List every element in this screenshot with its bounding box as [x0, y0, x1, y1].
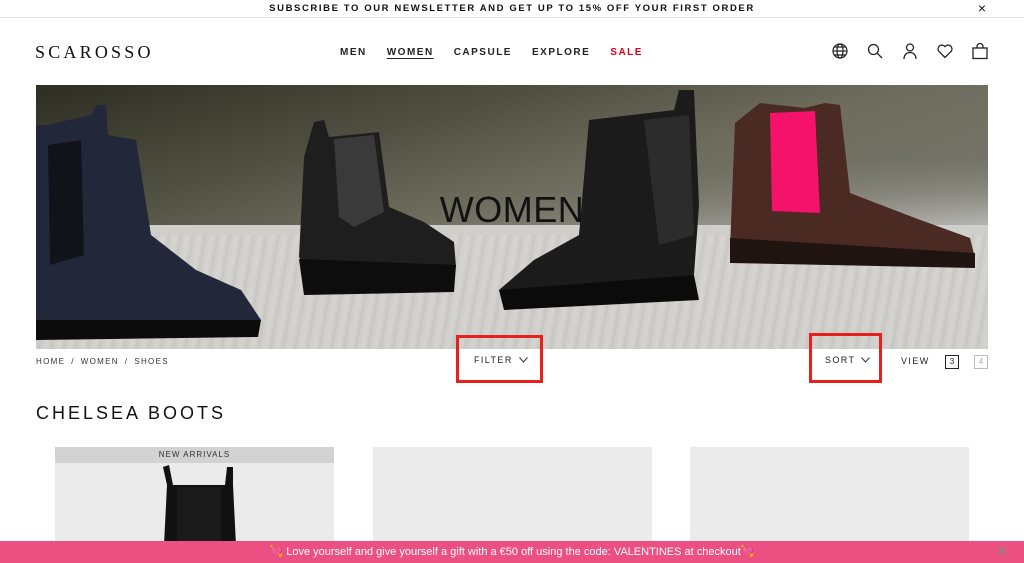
filter-highlight-box	[456, 335, 543, 383]
boot-image-brown-suede	[730, 103, 975, 268]
close-icon[interactable]: ✕	[996, 544, 1008, 558]
promo-text: 💘 Love yourself and give yourself a gift…	[269, 546, 755, 558]
breadcrumb-home[interactable]: HOME	[36, 357, 65, 366]
sort-highlight-box	[809, 333, 882, 383]
nav-item-capsule[interactable]: CAPSULE	[454, 47, 512, 58]
category-title: CHELSEA BOOTS	[36, 403, 227, 423]
hero-banner: WOMEN	[36, 85, 988, 349]
heart-icon[interactable]	[936, 42, 954, 60]
main-nav: MEN WOMEN CAPSULE EXPLORE SALE	[340, 47, 663, 58]
breadcrumb: HOME / WOMEN / SHOES	[36, 357, 169, 366]
promo-bar: 💘 Love yourself and give yourself a gift…	[0, 541, 1024, 563]
view-option-3[interactable]: 3	[945, 355, 959, 369]
close-icon[interactable]: ×	[978, 1, 986, 15]
bag-icon[interactable]	[971, 42, 989, 60]
view-option-4[interactable]: 4	[974, 355, 988, 369]
new-arrivals-badge: NEW ARRIVALS	[55, 447, 334, 463]
announcement-bar: SUBSCRIBE TO OUR NEWSLETTER AND GET UP T…	[0, 0, 1024, 18]
breadcrumb-separator: /	[71, 357, 75, 366]
globe-icon[interactable]	[831, 42, 849, 60]
nav-item-sale[interactable]: SALE	[610, 47, 643, 58]
breadcrumb-women[interactable]: WOMEN	[81, 357, 119, 366]
announcement-text: SUBSCRIBE TO OUR NEWSLETTER AND GET UP T…	[269, 3, 755, 14]
nav-item-men[interactable]: MEN	[340, 47, 367, 58]
breadcrumb-shoes[interactable]: SHOES	[134, 357, 169, 366]
hero-title: WOMEN	[439, 189, 585, 230]
nav-item-explore[interactable]: EXPLORE	[532, 47, 590, 58]
header-icons	[831, 42, 989, 60]
account-icon[interactable]	[901, 42, 919, 60]
logo[interactable]: SCAROSSO	[35, 42, 154, 63]
nav-item-women[interactable]: WOMEN	[387, 47, 434, 58]
breadcrumb-separator: /	[124, 357, 129, 366]
view-label: VIEW	[901, 356, 930, 366]
search-icon[interactable]	[866, 42, 884, 60]
